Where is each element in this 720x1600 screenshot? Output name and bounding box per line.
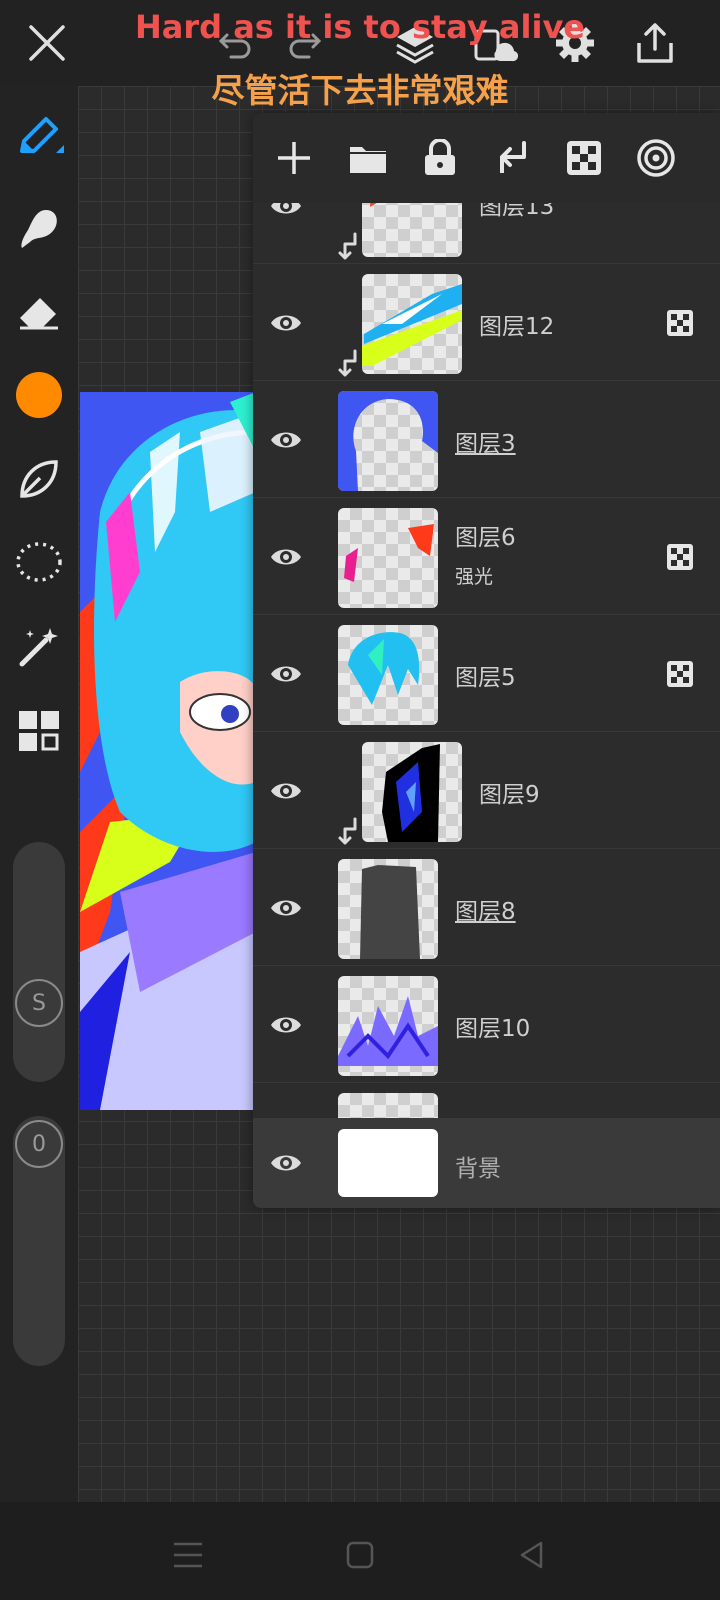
brush-size-slider[interactable] xyxy=(13,842,65,1082)
alpha-lock-icon[interactable] xyxy=(666,309,694,337)
canvas-artwork[interactable] xyxy=(80,392,256,1110)
lock-icon[interactable] xyxy=(415,133,465,183)
layer-row[interactable] xyxy=(253,1083,720,1118)
caption-chinese: 尽管活下去非常艰难 xyxy=(211,71,509,110)
layer-row[interactable]: 图层9 xyxy=(253,732,720,849)
tool-sidebar: S 0 xyxy=(0,86,78,1502)
visibility-eye-icon[interactable] xyxy=(269,423,303,457)
layer-name: 图层5 xyxy=(455,665,516,691)
layer-name: 图层8 xyxy=(455,899,516,925)
back-icon[interactable] xyxy=(512,1535,552,1575)
layer-thumbnail xyxy=(338,625,438,725)
layer-thumbnail xyxy=(338,391,438,491)
layer-list[interactable]: 图层13 图层12 图层3 图层6 强光 图层5 图层9 图层8 图层10 xyxy=(253,203,720,1118)
layer-thumbnail xyxy=(338,976,438,1076)
layer-name: 图层13 xyxy=(479,203,555,220)
visibility-eye-icon[interactable] xyxy=(269,203,303,223)
visibility-eye-icon[interactable] xyxy=(269,306,303,340)
layer-row[interactable]: 图层8 xyxy=(253,849,720,966)
visibility-eye-icon[interactable] xyxy=(269,540,303,574)
layer-name: 图层10 xyxy=(455,1016,531,1042)
eraser-icon[interactable] xyxy=(14,286,64,336)
folder-icon[interactable] xyxy=(343,133,393,183)
layer-thumbnail xyxy=(338,1093,438,1118)
layers-toolbar xyxy=(253,113,720,203)
clipping-arrow-icon xyxy=(338,232,357,260)
smudge-icon[interactable] xyxy=(14,204,64,254)
blend-mode-label: 强光 xyxy=(455,566,494,588)
alpha-lock-icon[interactable] xyxy=(666,660,694,688)
menu-icon[interactable] xyxy=(168,1535,208,1575)
layer-thumbnail xyxy=(362,742,462,842)
layer-row[interactable]: 图层10 xyxy=(253,966,720,1083)
layers-panel: 图层13 图层12 图层3 图层6 强光 图层5 图层9 图层8 图层10 背景 xyxy=(253,113,720,1208)
layer-row[interactable]: 图层6 强光 xyxy=(253,498,720,615)
magic-wand-icon[interactable] xyxy=(14,622,64,672)
visibility-eye-icon[interactable] xyxy=(269,891,303,925)
layer-thumbnail xyxy=(338,508,438,608)
layer-row[interactable]: 图层12 xyxy=(253,264,720,381)
visibility-eye-icon[interactable] xyxy=(269,1008,303,1042)
layer-name: 图层9 xyxy=(479,782,540,808)
grid-menu-icon[interactable] xyxy=(14,706,64,756)
background-layer-row[interactable]: 背景 xyxy=(253,1118,720,1208)
brush-size-label: S xyxy=(32,990,46,1016)
visibility-eye-icon[interactable] xyxy=(269,657,303,691)
brush-size-knob[interactable]: S xyxy=(15,979,63,1027)
checker-icon[interactable] xyxy=(559,133,609,183)
visibility-eye-icon[interactable] xyxy=(269,1146,303,1180)
pen-icon[interactable] xyxy=(14,113,64,163)
add-layer-icon[interactable] xyxy=(269,133,319,183)
opacity-knob[interactable]: 0 xyxy=(15,1120,63,1168)
layer-row[interactable]: 图层13 xyxy=(253,203,720,264)
current-color-circle xyxy=(16,372,62,418)
background-thumbnail xyxy=(338,1129,438,1197)
background-layer-name: 背景 xyxy=(455,1156,501,1182)
layer-name: 图层6 xyxy=(455,525,516,551)
layer-name: 图层3 xyxy=(455,431,516,457)
layer-thumbnail xyxy=(338,859,438,959)
layer-row[interactable]: 图层3 xyxy=(253,381,720,498)
merge-down-icon[interactable] xyxy=(487,133,537,183)
clipping-arrow-icon xyxy=(338,817,357,845)
alpha-lock-icon[interactable] xyxy=(666,543,694,571)
lasso-icon[interactable] xyxy=(14,538,64,588)
layer-thumbnail xyxy=(362,274,462,374)
layer-row[interactable]: 图层5 xyxy=(253,615,720,732)
visibility-eye-icon[interactable] xyxy=(269,774,303,808)
leaf-brush-icon[interactable] xyxy=(14,454,64,504)
opacity-value: 0 xyxy=(32,1131,46,1157)
target-icon[interactable] xyxy=(631,133,681,183)
home-icon[interactable] xyxy=(340,1535,380,1575)
layer-thumbnail xyxy=(362,203,462,257)
layer-name: 图层12 xyxy=(479,314,555,340)
caption-english: Hard as it is to stay alive xyxy=(134,8,585,46)
clipping-arrow-icon xyxy=(338,349,357,377)
color-swatch[interactable] xyxy=(14,370,64,420)
